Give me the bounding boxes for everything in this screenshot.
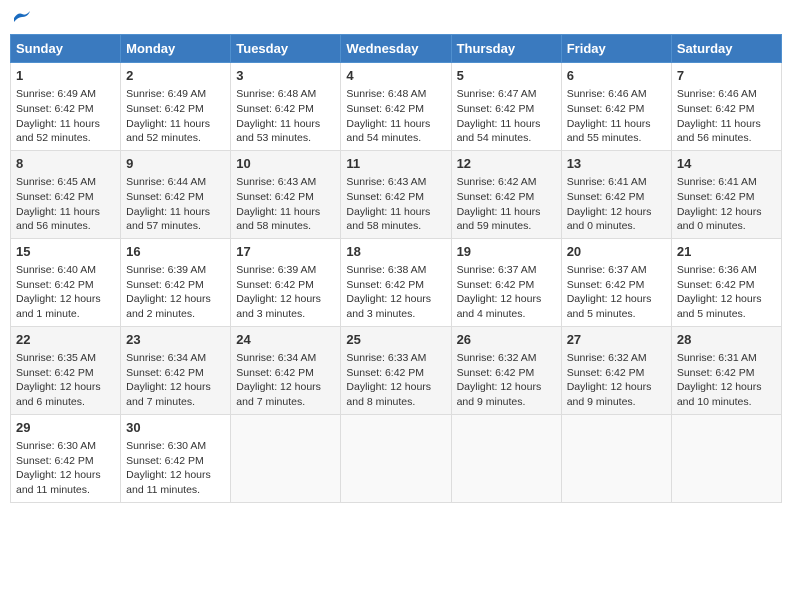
day-number: 2 [126,67,225,85]
weekday-header-wednesday: Wednesday [341,35,451,63]
day-number: 10 [236,155,335,173]
weekday-header-friday: Friday [561,35,671,63]
day-cell-6: 6Sunrise: 6:46 AMSunset: 6:42 PMDaylight… [561,63,671,151]
day-number: 21 [677,243,776,261]
day-number: 5 [457,67,556,85]
day-cell-11: 11Sunrise: 6:43 AMSunset: 6:42 PMDayligh… [341,150,451,238]
weekday-header-sunday: Sunday [11,35,121,63]
day-number: 12 [457,155,556,173]
day-cell-3: 3Sunrise: 6:48 AMSunset: 6:42 PMDaylight… [231,63,341,151]
day-cell-29: 29Sunrise: 6:30 AMSunset: 6:42 PMDayligh… [11,414,121,502]
day-cell-24: 24Sunrise: 6:34 AMSunset: 6:42 PMDayligh… [231,326,341,414]
day-cell-17: 17Sunrise: 6:39 AMSunset: 6:42 PMDayligh… [231,238,341,326]
day-number: 4 [346,67,445,85]
calendar-table: SundayMondayTuesdayWednesdayThursdayFrid… [10,34,782,503]
day-cell-20: 20Sunrise: 6:37 AMSunset: 6:42 PMDayligh… [561,238,671,326]
day-number: 11 [346,155,445,173]
day-cell-10: 10Sunrise: 6:43 AMSunset: 6:42 PMDayligh… [231,150,341,238]
day-cell-1: 1Sunrise: 6:49 AMSunset: 6:42 PMDaylight… [11,63,121,151]
day-cell-23: 23Sunrise: 6:34 AMSunset: 6:42 PMDayligh… [121,326,231,414]
day-number: 17 [236,243,335,261]
day-number: 9 [126,155,225,173]
day-cell-28: 28Sunrise: 6:31 AMSunset: 6:42 PMDayligh… [671,326,781,414]
day-cell-15: 15Sunrise: 6:40 AMSunset: 6:42 PMDayligh… [11,238,121,326]
empty-cell [671,414,781,502]
day-number: 3 [236,67,335,85]
empty-cell [341,414,451,502]
weekday-header-thursday: Thursday [451,35,561,63]
day-cell-27: 27Sunrise: 6:32 AMSunset: 6:42 PMDayligh… [561,326,671,414]
empty-cell [561,414,671,502]
day-number: 6 [567,67,666,85]
day-cell-18: 18Sunrise: 6:38 AMSunset: 6:42 PMDayligh… [341,238,451,326]
day-cell-22: 22Sunrise: 6:35 AMSunset: 6:42 PMDayligh… [11,326,121,414]
weekday-header-monday: Monday [121,35,231,63]
day-number: 27 [567,331,666,349]
day-number: 28 [677,331,776,349]
day-cell-7: 7Sunrise: 6:46 AMSunset: 6:42 PMDaylight… [671,63,781,151]
day-number: 29 [16,419,115,437]
day-cell-2: 2Sunrise: 6:49 AMSunset: 6:42 PMDaylight… [121,63,231,151]
day-cell-8: 8Sunrise: 6:45 AMSunset: 6:42 PMDaylight… [11,150,121,238]
day-number: 26 [457,331,556,349]
day-cell-14: 14Sunrise: 6:41 AMSunset: 6:42 PMDayligh… [671,150,781,238]
empty-cell [231,414,341,502]
calendar-week-4: 22Sunrise: 6:35 AMSunset: 6:42 PMDayligh… [11,326,782,414]
day-number: 24 [236,331,335,349]
day-cell-21: 21Sunrise: 6:36 AMSunset: 6:42 PMDayligh… [671,238,781,326]
day-number: 22 [16,331,115,349]
day-number: 30 [126,419,225,437]
day-number: 18 [346,243,445,261]
day-cell-16: 16Sunrise: 6:39 AMSunset: 6:42 PMDayligh… [121,238,231,326]
day-number: 25 [346,331,445,349]
day-number: 23 [126,331,225,349]
calendar-week-2: 8Sunrise: 6:45 AMSunset: 6:42 PMDaylight… [11,150,782,238]
day-number: 20 [567,243,666,261]
page-header [10,10,782,26]
day-cell-4: 4Sunrise: 6:48 AMSunset: 6:42 PMDaylight… [341,63,451,151]
logo-bird-icon [12,10,32,26]
day-cell-25: 25Sunrise: 6:33 AMSunset: 6:42 PMDayligh… [341,326,451,414]
day-number: 13 [567,155,666,173]
day-number: 19 [457,243,556,261]
calendar-week-5: 29Sunrise: 6:30 AMSunset: 6:42 PMDayligh… [11,414,782,502]
day-number: 8 [16,155,115,173]
day-cell-19: 19Sunrise: 6:37 AMSunset: 6:42 PMDayligh… [451,238,561,326]
day-number: 16 [126,243,225,261]
day-cell-26: 26Sunrise: 6:32 AMSunset: 6:42 PMDayligh… [451,326,561,414]
day-cell-9: 9Sunrise: 6:44 AMSunset: 6:42 PMDaylight… [121,150,231,238]
day-number: 1 [16,67,115,85]
logo [10,10,32,26]
calendar-header-row: SundayMondayTuesdayWednesdayThursdayFrid… [11,35,782,63]
weekday-header-saturday: Saturday [671,35,781,63]
day-cell-30: 30Sunrise: 6:30 AMSunset: 6:42 PMDayligh… [121,414,231,502]
day-cell-5: 5Sunrise: 6:47 AMSunset: 6:42 PMDaylight… [451,63,561,151]
day-number: 7 [677,67,776,85]
empty-cell [451,414,561,502]
weekday-header-tuesday: Tuesday [231,35,341,63]
day-number: 15 [16,243,115,261]
day-cell-12: 12Sunrise: 6:42 AMSunset: 6:42 PMDayligh… [451,150,561,238]
day-cell-13: 13Sunrise: 6:41 AMSunset: 6:42 PMDayligh… [561,150,671,238]
calendar-week-3: 15Sunrise: 6:40 AMSunset: 6:42 PMDayligh… [11,238,782,326]
calendar-week-1: 1Sunrise: 6:49 AMSunset: 6:42 PMDaylight… [11,63,782,151]
day-number: 14 [677,155,776,173]
